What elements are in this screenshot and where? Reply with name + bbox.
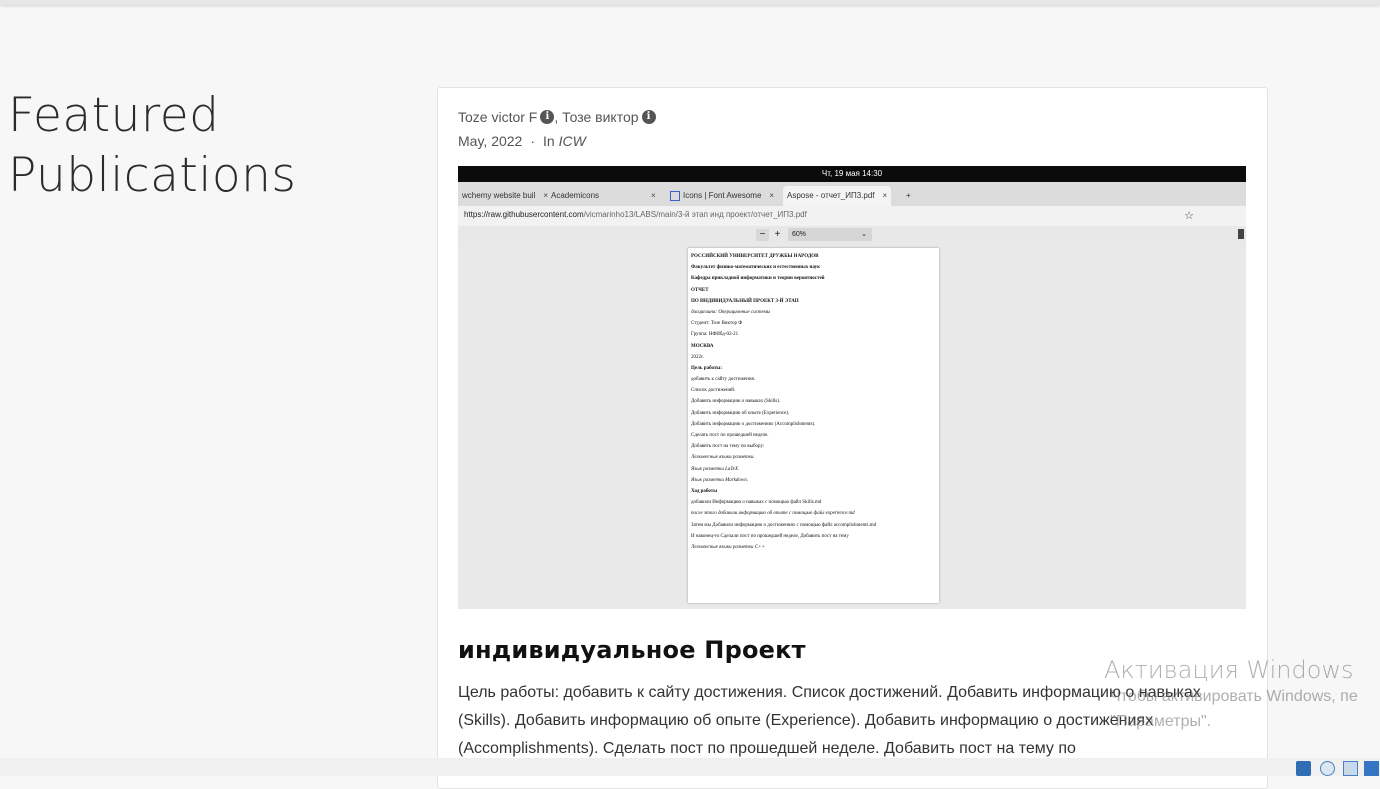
- image-zoom-select: 60% ⌄: [788, 228, 872, 241]
- author-list: Toze victor F i , Тозе виктор i: [458, 105, 656, 129]
- pdf-text-line: Сделать пост по прошедшей неделе.: [691, 433, 769, 438]
- image-tab-bar: wchemy website buil × Academicons × Icons …: [458, 182, 1246, 206]
- pdf-text-line: Группа: НФИбд-02-21: [691, 332, 739, 338]
- image-address-bar: https://raw.githubusercontent.com/vicmar…: [458, 206, 1246, 226]
- publication-date-line: May, 2022 · In ICW: [458, 129, 656, 153]
- pdf-text-line: Цель работы:: [691, 365, 722, 371]
- publication-summary: Цель работы: добавить к сайту достижения…: [458, 684, 1201, 757]
- section-title-line-1: Featured: [8, 88, 220, 143]
- zoom-in-icon: +: [774, 229, 781, 240]
- pdf-text-line: Добавить информацию об опыте (Experience…: [691, 410, 790, 416]
- pdf-text-line: добавить к сайту достижения.: [691, 377, 756, 383]
- flag-icon: [670, 190, 680, 201]
- venue-prefix: In: [543, 133, 555, 149]
- display-icon[interactable]: [1364, 761, 1379, 776]
- pdf-text-line: Язык разметки LaTeX.: [691, 466, 740, 472]
- pdf-text-line: Добавить пост на тему по выбору:: [691, 444, 765, 450]
- close-icon: ×: [882, 191, 888, 200]
- publication-date: May, 2022: [458, 133, 523, 149]
- help-icon[interactable]: [1296, 761, 1311, 776]
- image-tab: Academicons ×: [547, 186, 660, 206]
- featured-image[interactable]: Чт, 19 мая 14:30 wchemy website buil × Ac…: [458, 166, 1246, 609]
- network-icon[interactable]: [1343, 761, 1358, 776]
- info-icon: i: [641, 110, 656, 124]
- pdf-text-line: добавили Информацию о навыках с помощью …: [691, 500, 822, 506]
- pdf-text-line: Добавить информацию о достижениях (Accom…: [691, 421, 816, 427]
- pdf-text-line: Список достижений.: [691, 388, 736, 394]
- pdf-text-line: Легковесные языки разметки C++: [691, 544, 765, 550]
- top-header-shadow: [0, 0, 1380, 5]
- author-name: Toze victor F: [458, 109, 538, 125]
- section-title: Featured Publications: [8, 86, 368, 206]
- image-url-host: https://raw.githubusercontent.com: [464, 210, 584, 219]
- pdf-text-line: 2022г.: [691, 354, 704, 360]
- image-tab: wchemy website buil ×: [458, 186, 552, 206]
- image-zoom-value: 60%: [792, 231, 807, 238]
- image-tab-label: Icons | Font Awesome: [683, 191, 762, 200]
- pdf-page: РОССИЙСКИЙ УНИВЕРСИТЕТ ДРУЖБЫ НАРОДОВ Фак…: [688, 248, 939, 603]
- image-url: https://raw.githubusercontent.com/vicmar…: [464, 210, 807, 219]
- publication-title[interactable]: индивидуальное Проект: [458, 636, 806, 664]
- pdf-text-line: Студент: Тозе Виктор Ф: [691, 321, 743, 327]
- sidebar-toggle-icon: [1238, 229, 1244, 239]
- publication-meta: Toze victor F i , Тозе виктор i May, 202…: [458, 105, 656, 153]
- pdf-text-line: Факультет физико-математических и естест…: [691, 265, 821, 271]
- pdf-text-line: дисциплина: Операционные системы: [691, 309, 771, 315]
- image-pdf-toolbar: − + 60% ⌄: [458, 226, 1246, 245]
- image-tab-active: Aspose - отчет_ИП3.pdf ×: [783, 186, 892, 206]
- pdf-text-line: И наконец-то Сделали пост по прошедшей н…: [691, 533, 849, 539]
- pdf-text-line: Затем мы Добавили информацию о достижени…: [691, 522, 877, 528]
- publication-venue[interactable]: ICW: [559, 133, 586, 149]
- pdf-text-line: ОТЧЕТ: [691, 287, 709, 293]
- pdf-text-line: Добавить информацию о навыках (Skills).: [691, 399, 781, 405]
- image-tab-label: wchemy website buil: [462, 191, 536, 200]
- pdf-text-line: МОСКВА: [691, 343, 714, 349]
- publication-card: Toze victor F i , Тозе виктор i May, 202…: [437, 87, 1268, 789]
- image-tab-label: Academicons: [551, 191, 600, 200]
- section-title-line-2: Publications: [8, 148, 297, 203]
- image-url-path: /vicmarinho13/LABS/main/3-й этап инд про…: [583, 210, 807, 219]
- taskbar: [0, 758, 1380, 776]
- author-separator: ,: [554, 109, 559, 125]
- plus-icon: +: [906, 191, 911, 200]
- pdf-text-line: ПО ИНДИВИДУАЛЬНЫЙ ПРОЕКТ 3-Й ЭТАП: [691, 298, 799, 304]
- pdf-text-line: Кафедра прикладной информатики и теории …: [691, 276, 825, 282]
- author-link[interactable]: Toze victor F i: [458, 105, 555, 129]
- star-icon: ☆: [1184, 210, 1194, 222]
- disc-icon[interactable]: [1320, 761, 1335, 776]
- image-tab-label: Aspose - отчет_ИП3.pdf: [787, 191, 875, 200]
- image-pdf-viewer: РОССИЙСКИЙ УНИВЕРСИТЕТ ДРУЖБЫ НАРОДОВ Фак…: [458, 244, 1246, 609]
- pdf-text-line: РОССИЙСКИЙ УНИВЕРСИТЕТ ДРУЖБЫ НАРОДОВ: [691, 254, 819, 259]
- author-name: Тозе виктор: [562, 109, 639, 125]
- pdf-text-line: Легковесные языки разметки.: [691, 455, 755, 461]
- author-link[interactable]: Тозе виктор i: [562, 105, 656, 129]
- zoom-out-icon: −: [756, 229, 769, 241]
- image-tab: Icons | Font Awesome ×: [666, 186, 778, 206]
- pdf-text-line: Язык разметки Markdown.: [691, 477, 748, 483]
- close-icon: ×: [651, 191, 656, 200]
- middle-dot: ·: [530, 133, 536, 149]
- image-system-clock: Чт, 19 мая 14:30: [458, 166, 1246, 182]
- close-icon: ×: [769, 191, 775, 200]
- chevron-down-icon: ⌄: [861, 231, 867, 238]
- pdf-text-line: Ход работы: [691, 488, 718, 494]
- pdf-text-line: после этого добавили информацию об опыте…: [691, 511, 855, 517]
- info-icon: i: [540, 110, 555, 124]
